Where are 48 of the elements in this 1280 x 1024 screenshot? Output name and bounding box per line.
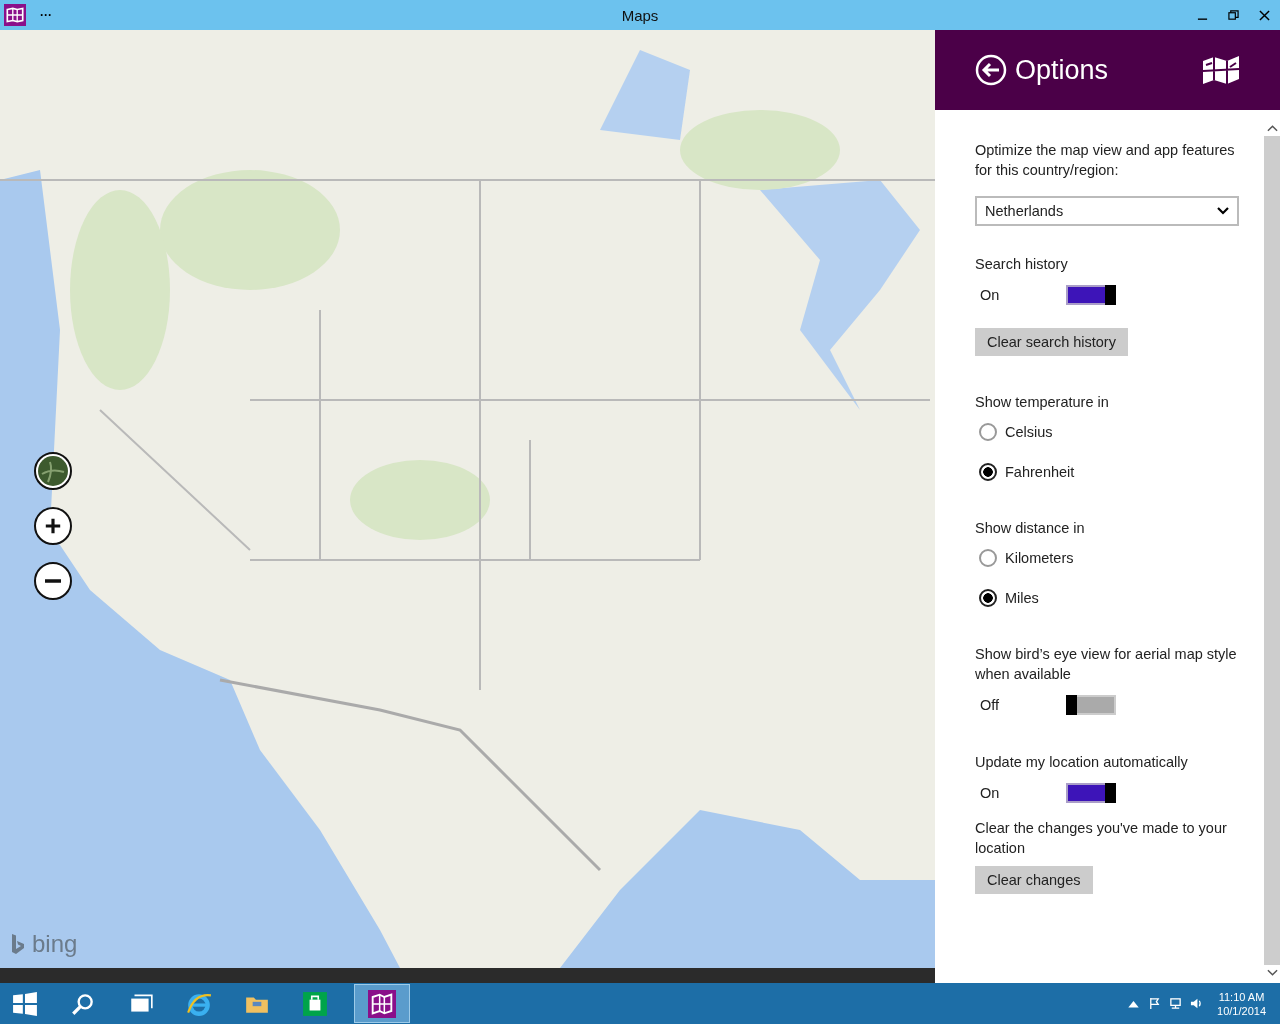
toggle-state: On [979, 785, 1001, 801]
minus-icon [45, 579, 61, 583]
map-icon [368, 989, 396, 1018]
close-icon[interactable] [1259, 9, 1270, 21]
map-icon [1202, 55, 1240, 85]
toggle-state: Off [979, 697, 1001, 713]
menu-button[interactable]: ··· [40, 8, 52, 22]
setting-label: Update my location automatically [975, 753, 1188, 772]
radio-button[interactable] [979, 463, 997, 481]
terrain-icon [38, 456, 68, 486]
clear-button[interactable]: Clear search history [975, 328, 1128, 356]
scroll-down-icon[interactable] [1266, 969, 1278, 977]
store-icon[interactable] [302, 990, 328, 1017]
setting-label: Show temperature in [975, 393, 1109, 412]
toggle-switch[interactable] [1066, 285, 1116, 305]
radio-label[interactable]: Miles [1005, 590, 1039, 606]
bing-logo-icon [10, 933, 26, 955]
setting-description: Clear the changes you've made to your location [975, 819, 1228, 858]
flag-icon[interactable] [1148, 997, 1162, 1010]
radio-button[interactable] [979, 549, 997, 567]
toggle-state: On [979, 287, 1001, 303]
plus-icon [44, 517, 62, 535]
radio-button[interactable] [979, 423, 997, 441]
radio-label[interactable]: Celsius [1005, 424, 1053, 440]
setting-label: Optimize the map view and app features for this country/region: [975, 141, 1236, 180]
radio-button[interactable] [979, 589, 997, 607]
country-dropdown[interactable]: Netherlands [975, 196, 1239, 226]
scroll-up-icon[interactable] [1266, 124, 1278, 132]
network-icon[interactable] [1169, 997, 1183, 1010]
clear-button[interactable]: Clear changes [975, 866, 1093, 894]
clock-date[interactable]: 10/1/2014 [1217, 1003, 1266, 1018]
setting-label: Search history [975, 255, 1068, 274]
radio-label[interactable]: Kilometers [1005, 550, 1074, 566]
setting-label: Show distance in [975, 519, 1085, 538]
speaker-icon[interactable] [1190, 997, 1204, 1010]
clock-time[interactable]: 11:10 AM [1218, 989, 1265, 1004]
attribution-text: bing [32, 930, 78, 958]
window-title: Maps [621, 6, 659, 24]
map-icon [4, 4, 26, 26]
panel-title: Options [1015, 54, 1110, 86]
toggle-switch[interactable] [1066, 783, 1116, 803]
maps-taskbar-button[interactable] [354, 984, 410, 1023]
radio-label[interactable]: Fahrenheit [1005, 464, 1075, 480]
setting-label: Show bird’s eye view for aerial map style when available [975, 645, 1238, 684]
toggle-switch[interactable] [1066, 695, 1116, 715]
restore-icon[interactable] [1228, 9, 1239, 21]
start-icon[interactable] [12, 990, 38, 1017]
chevron-down-icon [1217, 207, 1229, 215]
